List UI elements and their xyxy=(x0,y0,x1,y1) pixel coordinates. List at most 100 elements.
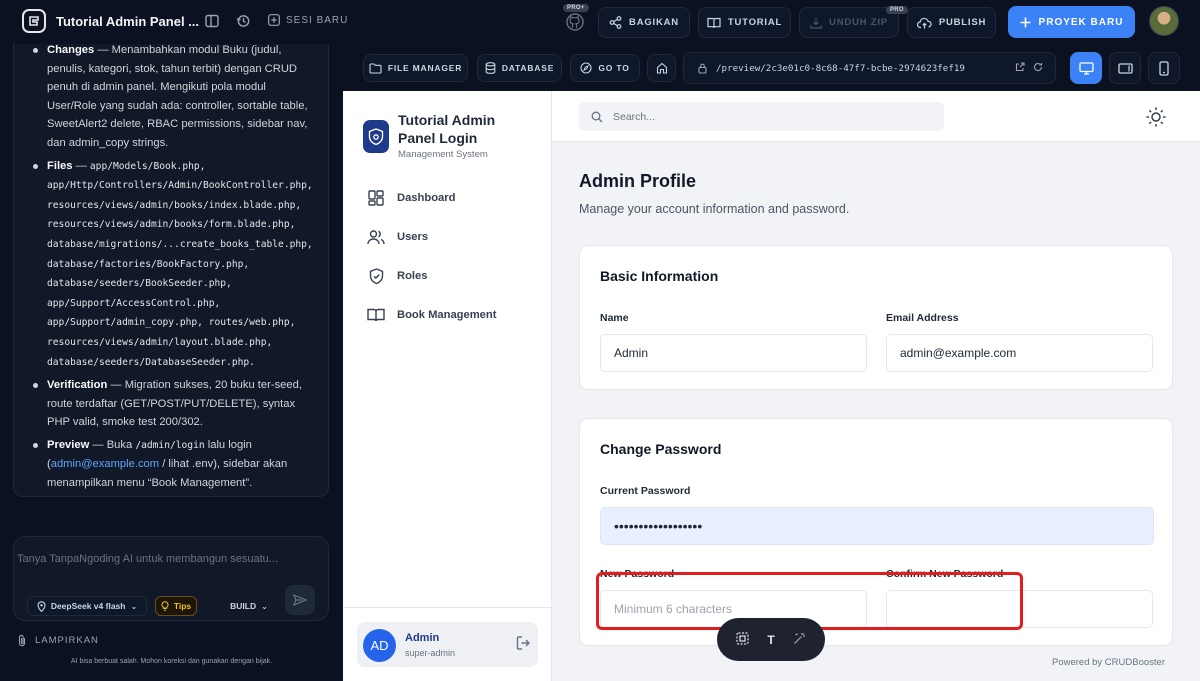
chat-input[interactable]: Tanya TanpaNgoding AI untuk membangun se… xyxy=(17,553,278,565)
sidebar-item-label: Roles xyxy=(397,270,428,282)
new-project-button[interactable]: PROYEK BARU xyxy=(1008,6,1135,38)
chat-panel: Changes — Menambahkan modul Buku (judul,… xyxy=(0,44,343,681)
download-zip-button[interactable]: UNDUH ZIP xyxy=(799,7,899,38)
project-title[interactable]: Tutorial Admin Panel ... xyxy=(56,14,199,29)
url-bar[interactable]: /preview/2c3e01c0-8c68-47f7-bcbe-2974623… xyxy=(683,52,1056,84)
card-title: Change Password xyxy=(600,441,722,457)
text-tool-button[interactable]: T xyxy=(767,633,774,647)
external-link-icon[interactable] xyxy=(1015,62,1025,72)
name-field[interactable]: Admin xyxy=(600,334,867,372)
share-button[interactable]: BAGIKAN xyxy=(598,7,690,38)
history-icon[interactable] xyxy=(235,13,251,29)
avatar: AD xyxy=(363,629,396,662)
message-preview: Preview — Buka /admin/login lalu login (… xyxy=(30,436,314,493)
page-subtitle: Manage your account information and pass… xyxy=(579,202,850,216)
files-text: app/Models/Book.php, app/Http/Controller… xyxy=(47,160,313,368)
refresh-icon[interactable] xyxy=(1033,62,1043,72)
sidebar-divider xyxy=(343,607,552,608)
current-password-field[interactable]: •••••••••••••••••• xyxy=(600,507,1154,545)
message-verification: Verification — Migration sukses, 20 buku… xyxy=(30,376,314,432)
floating-toolbar: T xyxy=(717,618,825,661)
preview-toolbar: FILE MANAGER DATABASE GO TO /preview/2c3… xyxy=(343,44,1200,91)
message-files: Files — app/Models/Book.php, app/Http/Co… xyxy=(30,157,314,373)
model-selector[interactable]: DeepSeek v4 flash ⌄ xyxy=(27,596,147,616)
mobile-view-button[interactable] xyxy=(1148,52,1180,84)
verification-label: Verification xyxy=(47,379,108,392)
files-label: Files xyxy=(47,159,73,172)
mode-label: BUILD xyxy=(230,601,257,611)
email-label: Email Address xyxy=(886,312,959,324)
search-icon xyxy=(591,111,603,122)
sidebar-item-label: Users xyxy=(397,231,429,243)
user-name: Admin xyxy=(405,632,440,644)
sidebar-item-dashboard[interactable]: Dashboard xyxy=(367,188,455,208)
paperclip-icon xyxy=(18,634,26,647)
github-icon[interactable] xyxy=(566,13,584,31)
goto-label: GO TO xyxy=(598,63,630,73)
home-button[interactable] xyxy=(647,54,676,82)
url-actions xyxy=(1015,62,1043,72)
card-title: Basic Information xyxy=(600,268,719,284)
tutorial-label: TUTORIAL xyxy=(727,17,783,28)
search-placeholder: Search... xyxy=(613,110,656,123)
plus-icon xyxy=(1020,17,1031,27)
sidebar-item-roles[interactable]: Roles xyxy=(367,266,427,286)
sidebar-item-users[interactable]: Users xyxy=(367,227,428,247)
chevron-down-icon: ⌄ xyxy=(261,601,268,611)
current-password-label: Current Password xyxy=(600,485,691,497)
tips-button[interactable]: Tips xyxy=(155,596,197,616)
current-user-card[interactable]: AD Admin super-admin xyxy=(357,622,538,667)
magic-wand-icon[interactable] xyxy=(793,632,806,648)
new-project-label: PROYEK BARU xyxy=(1038,16,1124,28)
tutorial-button[interactable]: TUTORIAL xyxy=(698,7,791,38)
file-manager-button[interactable]: FILE MANAGER xyxy=(363,54,468,82)
desktop-view-button[interactable] xyxy=(1070,52,1102,84)
app-logo-icon[interactable] xyxy=(22,9,46,33)
download-icon xyxy=(810,17,822,29)
chevron-down-icon: ⌄ xyxy=(130,601,138,611)
lightbulb-icon xyxy=(161,601,169,611)
ai-disclaimer: AI bisa berbuat salah. Mohon koreksi dan… xyxy=(70,658,273,665)
book-icon xyxy=(367,306,385,324)
sidebar-item-book-management[interactable]: Book Management xyxy=(367,305,496,325)
message-changes: Changes — Menambahkan modul Buku (judul,… xyxy=(30,41,314,153)
send-button[interactable] xyxy=(285,585,315,615)
assistant-message: Changes — Menambahkan modul Buku (judul,… xyxy=(13,44,329,497)
url-text[interactable]: /preview/2c3e01c0-8c68-47f7-bcbe-2974623… xyxy=(716,63,965,74)
logout-icon[interactable] xyxy=(516,636,531,655)
users-icon xyxy=(367,228,385,246)
monitor-icon xyxy=(1078,61,1094,75)
model-label: DeepSeek v4 flash xyxy=(50,601,126,611)
send-icon xyxy=(293,594,307,606)
files-separator: — xyxy=(72,159,90,172)
home-icon xyxy=(656,62,667,74)
sidebar-toggle-icon[interactable] xyxy=(204,13,220,29)
publish-label: PUBLISH xyxy=(938,17,987,28)
tablet-view-button[interactable] xyxy=(1109,52,1141,84)
new-session-button[interactable]: SESI BARU xyxy=(268,14,348,26)
sidebar-item-label: Book Management xyxy=(397,309,497,321)
select-element-icon[interactable] xyxy=(736,631,749,648)
database-button[interactable]: DATABASE xyxy=(477,54,562,82)
search-input[interactable]: Search... xyxy=(579,102,944,131)
lock-icon xyxy=(698,63,707,74)
mode-selector[interactable]: BUILD ⌄ xyxy=(222,596,276,616)
changes-text: — Menambahkan modul Buku (judul, penulis… xyxy=(47,44,308,149)
attach-button[interactable]: LAMPIRKAN xyxy=(18,634,99,647)
folder-icon xyxy=(369,62,382,74)
attach-label: LAMPIRKAN xyxy=(35,635,99,646)
brand-shield-icon xyxy=(363,120,389,153)
goto-button[interactable]: GO TO xyxy=(570,54,640,82)
page-title: Admin Profile xyxy=(579,171,697,191)
pro-plus-badge: PRO+ xyxy=(563,4,589,12)
tips-label: Tips xyxy=(173,601,192,611)
user-avatar[interactable] xyxy=(1149,6,1179,36)
file-manager-label: FILE MANAGER xyxy=(387,63,463,73)
publish-button[interactable]: PUBLISH xyxy=(907,7,996,38)
app-header: Search... xyxy=(552,91,1200,142)
preview-email-link[interactable]: admin@example.com xyxy=(51,458,159,470)
email-field[interactable]: admin@example.com xyxy=(886,334,1153,372)
mobile-icon xyxy=(1159,60,1169,76)
theme-toggle-sun-icon[interactable] xyxy=(1145,106,1167,128)
dashboard-icon xyxy=(367,189,385,207)
